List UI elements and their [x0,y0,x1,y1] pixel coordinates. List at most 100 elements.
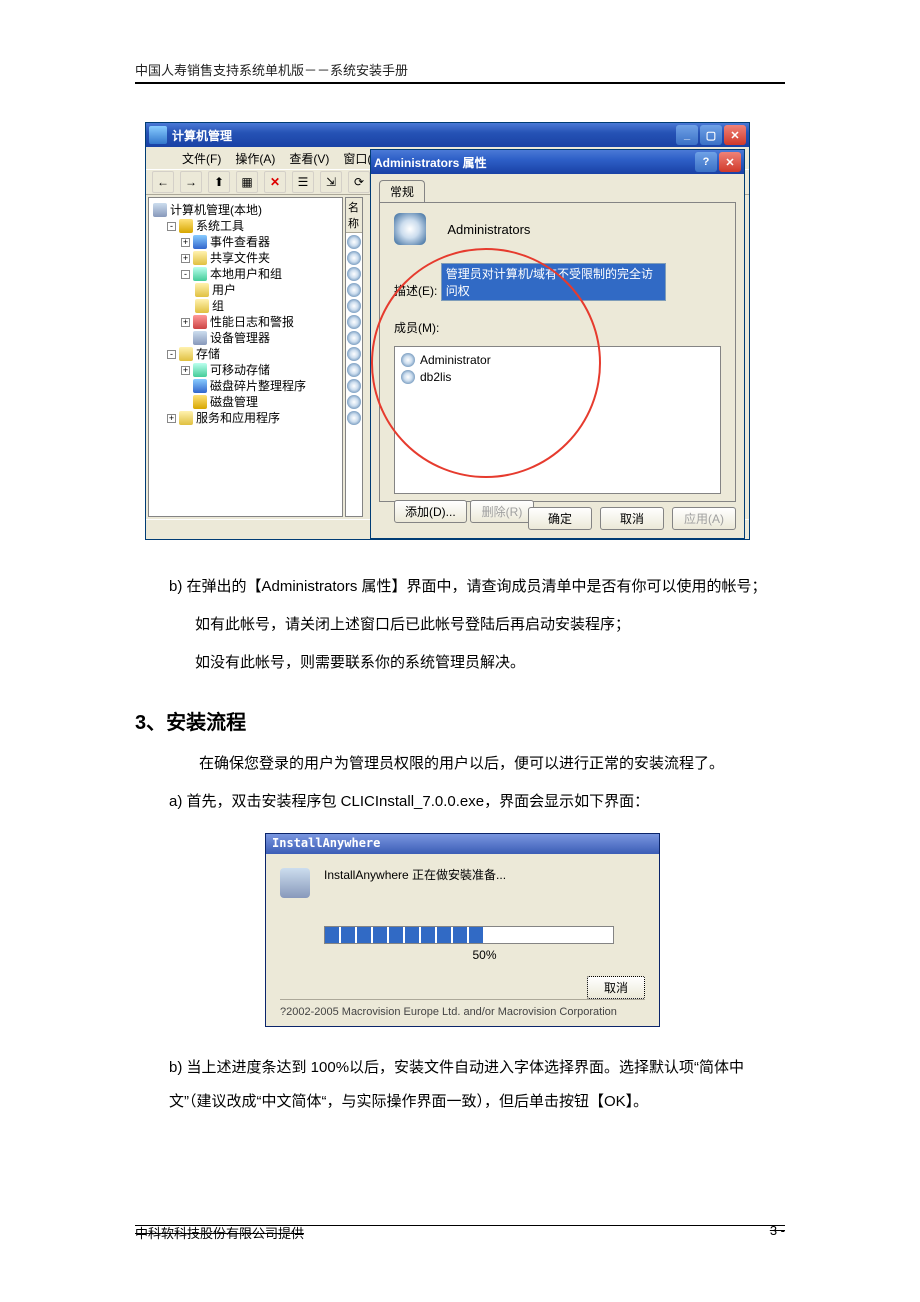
close-button[interactable]: ✕ [719,152,741,172]
plus-icon[interactable]: + [181,366,190,375]
computer-management-window: 计算机管理 _ ▢ ✕ 文件(F) 操作(A) 查看(V) 窗口( ← → ⬆ … [145,122,750,540]
ia-titlebar[interactable]: InstallAnywhere [266,834,659,854]
cancel-button[interactable]: 取消 [600,507,664,530]
event-icon [193,235,207,249]
ia-status: InstallAnywhere 正在做安裝准备... [324,866,506,883]
tab-body: Administrators 描述(E): 管理员对计算机/域有不受限制的完全访… [379,202,736,502]
tree-perflog[interactable]: +性能日志和警报 [153,314,338,330]
back-button[interactable]: ← [152,171,174,193]
members-label: 成员(M): [394,321,439,335]
tree-eventviewer[interactable]: +事件查看器 [153,234,338,250]
group-icon[interactable] [347,363,361,377]
users-icon [193,267,207,281]
tree-root[interactable]: 计算机管理(本地) [153,202,338,218]
member-item[interactable]: Administrator [401,351,714,368]
installanywhere-window: InstallAnywhere InstallAnywhere 正在做安裝准备.… [265,833,660,1027]
tree-users[interactable]: 用户 [153,282,338,298]
tree-groups[interactable]: 组 [153,298,338,314]
minimize-button[interactable]: _ [676,125,698,145]
properties-button[interactable]: ☰ [292,171,314,193]
paragraph-a: a) 首先，双击安装程序包 CLICInstall_7.0.0.exe，界面会显… [169,785,785,819]
plus-icon[interactable]: + [181,254,190,263]
tree-removable[interactable]: +可移动存储 [153,362,338,378]
paragraph-b-not: 如没有此帐号，则需要联系你的系统管理员解决。 [195,646,785,680]
plus-icon[interactable]: + [167,414,176,423]
tree-shared[interactable]: +共享文件夹 [153,250,338,266]
folder-icon [195,299,209,313]
tree-view[interactable]: 计算机管理(本地) -系统工具 +事件查看器 +共享文件夹 -本地用户和组 用户… [148,197,343,517]
description-field[interactable]: 管理员对计算机/域有不受限制的完全访问权 [441,263,666,301]
minus-icon[interactable]: - [167,222,176,231]
up-button[interactable]: ⬆ [208,171,230,193]
folder-icon [195,283,209,297]
group-icon[interactable] [347,379,361,393]
tree-services[interactable]: +服务和应用程序 [153,410,338,426]
export-button[interactable]: ⇲ [320,171,342,193]
list-button[interactable]: ▦ [236,171,258,193]
menu-view[interactable]: 查看(V) [289,150,329,167]
group-icon[interactable] [347,331,361,345]
tree-defrag[interactable]: 磁盘碎片整理程序 [153,378,338,394]
paragraph-b-has: 如有此帐号，请关闭上述窗口后已此帐号登陆后再启动安装程序； [195,608,785,642]
dialog-titlebar[interactable]: Administrators 属性 ? ✕ [371,150,744,174]
delete-button[interactable]: ✕ [264,171,286,193]
group-icon[interactable] [347,251,361,265]
refresh-button[interactable]: ⟳ [348,171,370,193]
paragraph-b2: b) 当上述进度条达到 100%以后，安装文件自动进入字体选择界面。选择默认项“… [169,1051,785,1119]
heading-install-flow: 3、安装流程 [135,706,785,735]
close-button[interactable]: ✕ [724,125,746,145]
plus-icon[interactable]: + [181,238,190,247]
group-large-icon [394,213,426,245]
footer-right: 3 - [770,1223,785,1242]
help-button[interactable]: ? [695,152,717,172]
app-icon [149,126,167,144]
titlebar[interactable]: 计算机管理 _ ▢ ✕ [146,123,749,147]
maximize-button[interactable]: ▢ [700,125,722,145]
tree-devmgr[interactable]: 设备管理器 [153,330,338,346]
device-icon [193,331,207,345]
group-icon[interactable] [347,299,361,313]
group-name: Administrators [447,222,530,237]
progress-percent: 50% [324,948,645,962]
tab-strip: 常规 [371,174,744,202]
group-icon[interactable] [347,395,361,409]
tree-storage[interactable]: -存储 [153,346,338,362]
ia-cancel-button[interactable]: 取消 [587,976,645,999]
ok-button[interactable]: 确定 [528,507,592,530]
apply-button[interactable]: 应用(A) [672,507,736,530]
paragraph-b: b) 在弹出的【Administrators 属性】界面中，请查询成员清单中是否… [169,570,785,604]
description-label: 描述(E): [394,284,437,298]
minus-icon[interactable]: - [181,270,190,279]
group-icon[interactable] [347,347,361,361]
paragraph-intro3: 在确保您登录的用户为管理员权限的用户以后，便可以进行正常的安装流程了。 [169,747,785,781]
tree-localusers[interactable]: -本地用户和组 [153,266,338,282]
group-icon[interactable] [347,315,361,329]
tab-general[interactable]: 常规 [379,180,425,202]
dialog-title: Administrators 属性 [374,154,487,171]
menu-action[interactable]: 操作(A) [235,150,275,167]
ia-copyright: ?2002-2005 Macrovision Europe Ltd. and/o… [280,999,645,1018]
remove-button[interactable]: 删除(R) [470,500,534,523]
members-list[interactable]: Administrator db2lis [394,346,721,494]
group-icon[interactable] [347,267,361,281]
member-item[interactable]: db2lis [401,368,714,385]
group-icon[interactable] [347,283,361,297]
menu-window[interactable]: 窗口( [343,150,371,167]
storage-icon [179,347,193,361]
folder-icon [193,251,207,265]
list-header[interactable]: 名称 [346,198,362,233]
progress-bar [324,926,614,944]
group-icon[interactable] [347,235,361,249]
group-icon[interactable] [347,411,361,425]
forward-button[interactable]: → [180,171,202,193]
tree-diskmgmt[interactable]: 磁盘管理 [153,394,338,410]
footer-left: 中科软科技股份有限公司提供 [135,1223,304,1242]
group-list[interactable]: 名称 [345,197,363,517]
add-button[interactable]: 添加(D)... [394,500,467,523]
defrag-icon [193,379,207,393]
plus-icon[interactable]: + [181,318,190,327]
window-title: 计算机管理 [172,127,232,144]
minus-icon[interactable]: - [167,350,176,359]
tree-systools[interactable]: -系统工具 [153,218,338,234]
menu-file[interactable]: 文件(F) [182,150,221,167]
